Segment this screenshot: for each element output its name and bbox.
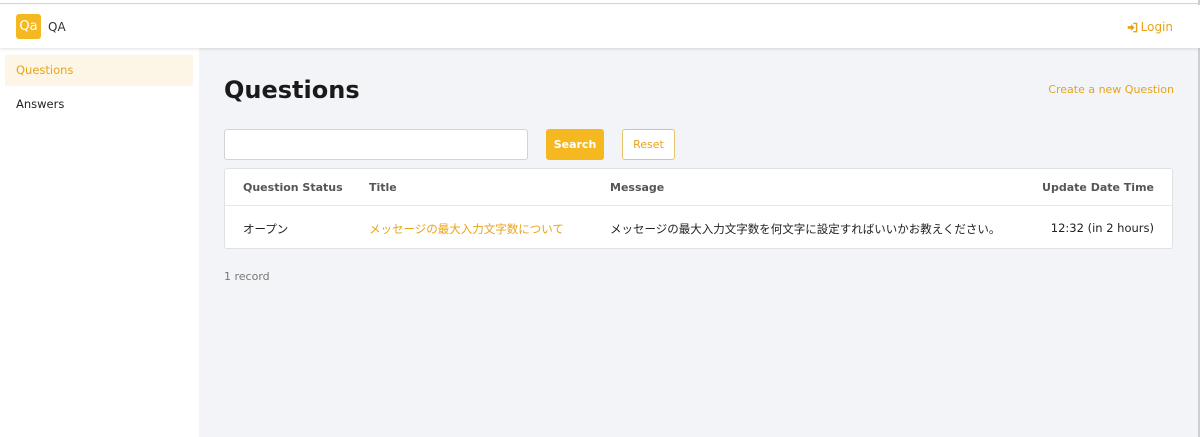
sidebar-item-questions[interactable]: Questions <box>5 55 193 86</box>
app-logo[interactable]: Qa <box>16 14 41 39</box>
column-header-updated: Update Date Time <box>1042 181 1154 194</box>
column-header-title: Title <box>369 181 397 194</box>
cell-message: メッセージの最大入力文字数を何文字に設定すればいいかお教えください。 <box>610 222 1001 236</box>
search-button[interactable]: Search <box>546 129 604 160</box>
column-header-status: Question Status <box>243 181 343 194</box>
cell-title-link[interactable]: メッセージの最大入力文字数について <box>369 221 564 237</box>
record-count: 1 record <box>224 270 270 283</box>
cell-updated: 12:32 (in 2 hours) <box>1050 221 1154 235</box>
questions-table: Question Status Title Message Update Dat… <box>224 168 1173 249</box>
column-header-message: Message <box>610 181 665 194</box>
create-question-link[interactable]: Create a new Question <box>1048 83 1174 96</box>
top-header: Qa QA Login <box>0 5 1200 48</box>
window-top-border <box>0 0 1200 4</box>
login-label: Login <box>1140 20 1173 34</box>
main-content: Questions Create a new Question Search R… <box>199 48 1198 437</box>
login-link[interactable]: Login <box>1127 20 1173 34</box>
table-header: Question Status Title Message Update Dat… <box>225 169 1172 206</box>
sidebar-item-answers[interactable]: Answers <box>5 89 193 120</box>
sidebar: Questions Answers <box>0 48 199 437</box>
cell-status: オープン <box>243 222 289 236</box>
app-name[interactable]: QA <box>48 20 66 34</box>
sign-in-icon <box>1127 22 1137 32</box>
search-input[interactable] <box>224 129 528 160</box>
reset-button[interactable]: Reset <box>622 129 675 160</box>
page-title: Questions <box>224 76 360 104</box>
